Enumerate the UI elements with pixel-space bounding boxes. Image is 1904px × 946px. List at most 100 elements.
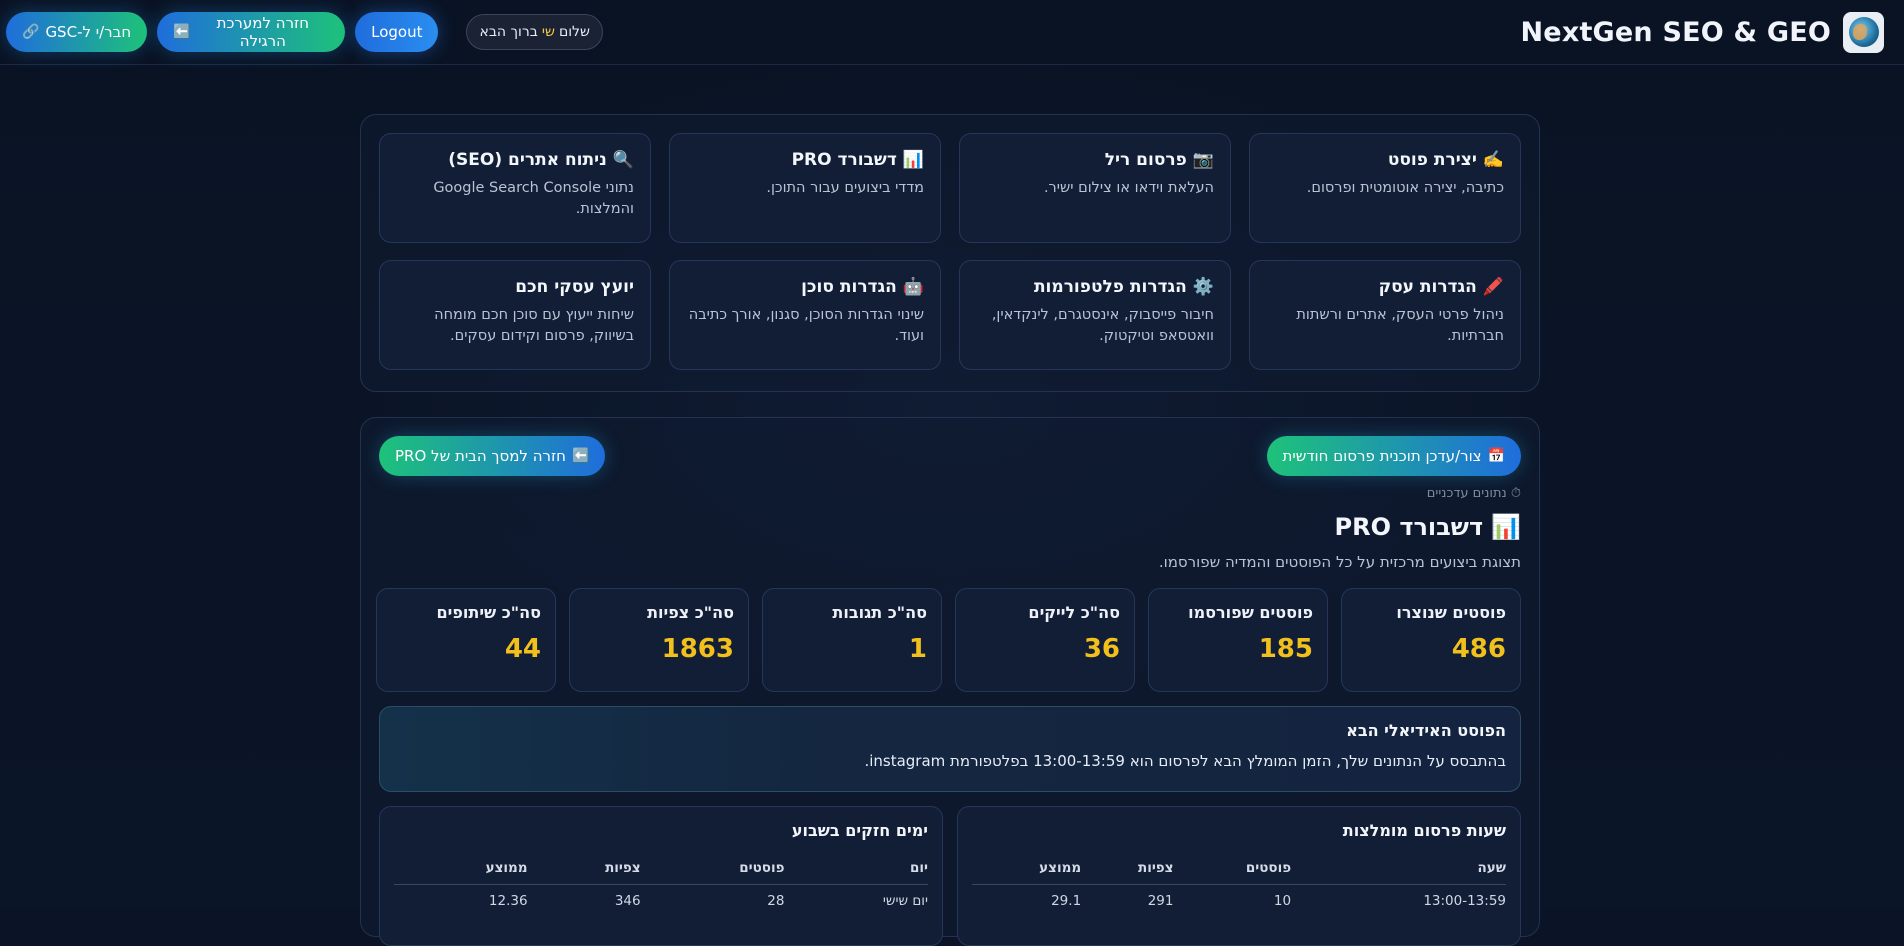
link-icon: 🔗 [22,24,40,40]
card-title: יועץ עסקי חכם [515,277,634,297]
tool-card-create-post[interactable]: ✍️ יצירת פוסט כתיבה, יצירה אוטומטית ופרסו… [1249,133,1521,243]
column-header: ממוצע [972,850,1082,885]
ideal-post-text: בהתבסס על הנתונים שלך, הזמן המומלץ הבא ל… [864,752,1506,770]
card-desc: שיחות ייעוץ עם סוכן חכם מומחה בשיווק, פר… [434,307,634,344]
stat-value: 185 [1258,634,1313,664]
column-header: ממוצע [394,850,528,885]
header-actions: 🔗 חבר/י ל-GSC ⬅️ חזרה למערכת הרגילה Logo… [6,12,603,52]
tool-card-platform-settings[interactable]: ⚙️ הגדרות פלטפורמות חיבור פייסבוק, אינסטג… [959,260,1231,370]
stat-card-views: סה"כ צפיות 1863 [569,588,749,692]
card-desc: מדדי ביצועים עבור התוכן. [766,180,924,196]
table-row: 13:00-13:59 10 291 29.1 [972,885,1506,918]
calendar-icon: 📅 [1487,448,1505,464]
dashboard-subtitle: תצוגת ביצועים מרכזית על כל הפוסטים והמדי… [1158,553,1521,571]
monthly-plan-label: צור/עדכן תוכנית פרסום חודשית [1282,447,1482,465]
stat-card-likes: סה"כ לייקים 36 [955,588,1135,692]
stat-card-comments: סה"כ תגובות 1 [762,588,942,692]
greeting-username: שי [541,24,555,40]
stat-value: 1863 [661,634,734,664]
column-header: צפיות [527,850,641,885]
magnifier-icon: 🔍 [612,150,634,170]
back-to-regular-button[interactable]: ⬅️ חזרה למערכת הרגילה [157,12,346,52]
table-cell: 346 [614,893,641,909]
card-desc: העלאת וידאו או צילום ישיר. [1043,180,1214,196]
table-cell: 10 [1273,893,1292,909]
tools-panel: ✍️ יצירת פוסט כתיבה, יצירה אוטומטית ופרסו… [360,114,1540,392]
column-header: פוסטים [640,850,785,885]
stat-label: סה"כ צפיות [647,603,734,622]
table-cell: 291 [1147,893,1174,909]
stat-value: 486 [1451,634,1506,664]
bar-chart-icon: 📊 [1491,513,1521,541]
back-arrow-icon: ⬅️ [173,24,191,40]
table-row: יום שישי 28 346 12.36 [394,885,928,918]
gear-icon: ⚙️ [1192,277,1214,297]
recommended-hours-box: שעות פרסום מומלצות שעה פוסטים צפיות ממוצ… [957,806,1521,946]
tables-row: שעות פרסום מומלצות שעה פוסטים צפיות ממוצ… [379,806,1521,946]
stat-label: פוסטים שנוצרו [1396,603,1506,622]
connect-gsc-button[interactable]: 🔗 חבר/י ל-GSC [6,12,148,52]
stat-value: 36 [1083,634,1120,664]
bar-chart-icon: 📊 [902,150,924,170]
tool-card-publish-reel[interactable]: 📷 פרסום ריל העלאת וידאו או צילום ישיר. [959,133,1231,243]
camera-icon: 📷 [1192,150,1214,170]
tool-card-business-advisor[interactable]: יועץ עסקי חכם שיחות ייעוץ עם סוכן חכם מו… [379,260,651,370]
stat-label: סה"כ לייקים [1028,603,1120,622]
greeting-badge: שלום שי ברוך הבא [466,14,603,50]
updated-indicator: ⏱ נתונים עדכניים [1426,486,1521,501]
card-title: הגדרות עסק [1378,277,1477,297]
stat-card-created: פוסטים שנוצרו 486 [1341,588,1521,692]
stats-grid: פוסטים שנוצרו 486 פוסטים שפורסמו 185 סה"… [376,588,1521,692]
tool-card-agent-settings[interactable]: 🤖 הגדרות סוכן שינוי הגדרות הסוכן, סגנון, … [669,260,941,370]
recommended-hours-table: שעה פוסטים צפיות ממוצע 13:00-13:59 10 29… [972,850,1506,917]
card-title: הגדרות סוכן [801,277,897,297]
column-header: צפיות [1081,850,1174,885]
writing-hand-icon: ✍️ [1482,150,1504,170]
greeting-suffix: ברוך הבא [479,24,538,40]
tool-card-business-settings[interactable]: 🖍️ הגדרות עסק ניהול פרטי העסק, אתרים ורשת… [1249,260,1521,370]
ideal-post-title: הפוסט האידיאלי הבא [1346,721,1506,740]
tool-card-dashboard-pro[interactable]: 📊 דשבורד PRO מדדי ביצועים עבור התוכן. [669,133,941,243]
brand: NextGen SEO & GEO [1520,11,1884,53]
card-desc: כתיבה, יצירה אוטומטית ופרסום. [1306,180,1504,196]
crayon-icon: 🖍️ [1482,277,1504,297]
strong-days-table: יום פוסטים צפיות ממוצע יום שישי 28 346 1… [394,850,928,917]
stat-value: 44 [504,634,541,664]
stat-card-published: פוסטים שפורסמו 185 [1148,588,1328,692]
card-title: דשבורד PRO [791,150,897,170]
tools-grid: ✍️ יצירת פוסט כתיבה, יצירה אוטומטית ופרסו… [379,133,1521,370]
back-arrow-icon: ⬅️ [571,448,590,464]
logout-button[interactable]: Logout [355,12,439,52]
card-desc: ניהול פרטי העסק, אתרים ורשתות חברתיות. [1296,307,1504,344]
column-header: יום [784,850,928,885]
card-title: יצירת פוסט [1387,150,1477,170]
ideal-post-box: הפוסט האידיאלי הבא בהתבסס על הנתונים שלך… [379,706,1521,792]
pro-home-button[interactable]: ⬅️ חזרה למסך הבית של PRO [379,436,606,476]
table-cell: 12.36 [488,893,528,909]
card-desc: חיבור פייסבוק, אינסטגרם, לינקדאין, וואטס… [991,307,1214,344]
table-cell: 28 [767,893,785,909]
card-title: פרסום ריל [1104,150,1187,170]
stat-label: סה"כ שיתופים [436,603,541,622]
stat-label: פוסטים שפורסמו [1188,603,1313,622]
stat-value: 1 [908,634,927,664]
greeting-prefix: שלום [558,24,590,40]
card-title: ניתוח אתרים (SEO) [448,150,607,170]
card-desc: נתוני Google Search Console והמלצות. [433,180,634,217]
robot-icon: 🤖 [902,277,924,297]
brand-title: NextGen SEO & GEO [1520,16,1831,48]
tool-card-seo-analysis[interactable]: 🔍 ניתוח אתרים (SEO) נתוני Google Search C… [379,133,651,243]
strong-days-title: ימים חזקים בשבוע [791,821,928,840]
column-header: שעה [1291,850,1506,885]
connect-gsc-label: חבר/י ל-GSC [45,23,132,41]
monthly-plan-button[interactable]: 📅 צור/עדכן תוכנית פרסום חודשית [1266,436,1521,476]
stat-card-shares: סה"כ שיתופים 44 [376,588,556,692]
dashboard-panel: 📅 צור/עדכן תוכנית פרסום חודשית ⬅️ חזרה ל… [360,417,1540,946]
card-desc: שינוי הגדרות הסוכן, סגנון, אורך כתיבה וע… [688,307,924,344]
column-header: פוסטים [1173,850,1292,885]
dashboard-title: 📊 דשבורד PRO [379,513,1521,541]
pro-home-label: חזרה למסך הבית של PRO [395,447,566,465]
table-cell: 13:00-13:59 [1423,893,1506,909]
table-cell: 29.1 [1051,893,1082,909]
top-bar: NextGen SEO & GEO 🔗 חבר/י ל-GSC ⬅️ חזרה … [0,0,1904,65]
